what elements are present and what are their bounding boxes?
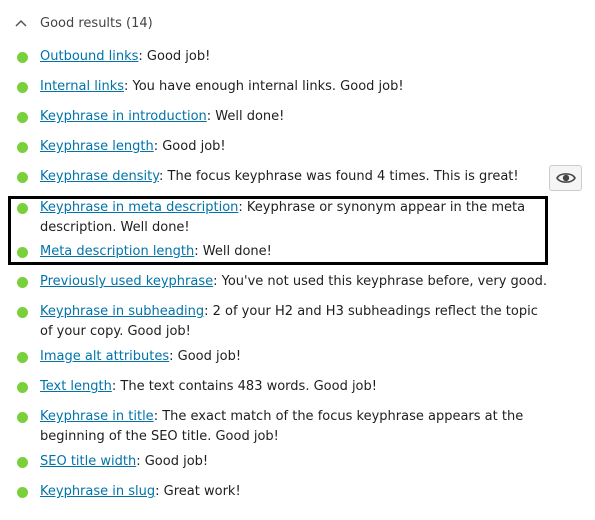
- result-link-text-length[interactable]: Text length: [40, 379, 112, 394]
- result-link-keyphrase-in-meta-description[interactable]: Keyphrase in meta description: [40, 200, 238, 215]
- result-description: : You've not used this keyphrase before,…: [213, 274, 548, 289]
- good-status-dot: [17, 142, 28, 153]
- chevron-up-icon: [15, 19, 27, 27]
- result-link-image-alt-attributes[interactable]: Image alt attributes: [40, 349, 169, 364]
- result-text: Previously used keyphrase: You've not us…: [40, 272, 580, 292]
- result-text: Keyphrase length: Good job!: [40, 137, 580, 157]
- eye-toggle-button[interactable]: [549, 165, 582, 191]
- result-description: : Good job!: [136, 454, 209, 469]
- good-status-dot: [17, 352, 28, 363]
- good-results-panel: Good results (14) Outbound links: Good j…: [0, 0, 595, 520]
- result-description: : Good job!: [169, 349, 242, 364]
- result-link-keyphrase-density[interactable]: Keyphrase density: [40, 169, 159, 184]
- result-description: : You have enough internal links. Good j…: [124, 79, 404, 94]
- result-description: : The text contains 483 words. Good job!: [111, 379, 377, 394]
- eye-icon: [555, 173, 576, 183]
- result-description: : Good job!: [138, 49, 211, 64]
- result-link-meta-description-length[interactable]: Meta description length: [40, 244, 194, 259]
- result-link-internal-links[interactable]: Internal links: [40, 79, 124, 94]
- result-text: Keyphrase density: The focus keyphrase w…: [40, 167, 540, 187]
- good-status-dot: [17, 172, 28, 183]
- good-status-dot: [17, 412, 28, 423]
- good-status-dot: [17, 277, 28, 288]
- result-text: Keyphrase in introduction: Well done!: [40, 107, 580, 127]
- result-link-keyphrase-length[interactable]: Keyphrase length: [40, 139, 154, 154]
- good-status-dot: [17, 247, 28, 258]
- result-description: : Well done!: [206, 109, 285, 124]
- result-description: : The focus keyphrase was found 4 times.…: [159, 169, 519, 184]
- good-status-dot: [17, 457, 28, 468]
- section-title: Good results (14): [40, 15, 153, 31]
- result-text: Image alt attributes: Good job!: [40, 347, 580, 367]
- result-text: SEO title width: Good job!: [40, 452, 580, 472]
- result-link-keyphrase-in-introduction[interactable]: Keyphrase in introduction: [40, 109, 207, 124]
- result-description: : Well done!: [194, 244, 272, 259]
- result-text: Keyphrase in title: The exact match of t…: [40, 407, 580, 447]
- result-text: Internal links: You have enough internal…: [40, 77, 580, 97]
- result-link-keyphrase-in-title[interactable]: Keyphrase in title: [40, 409, 154, 424]
- good-status-dot: [17, 112, 28, 123]
- result-description: : Great work!: [155, 484, 241, 499]
- result-link-outbound-links[interactable]: Outbound links: [40, 49, 138, 64]
- result-text: Keyphrase in meta description: Keyphrase…: [40, 198, 550, 238]
- good-results-toggle[interactable]: Good results (14): [14, 12, 153, 34]
- good-status-dot: [17, 382, 28, 393]
- result-description: : Good job!: [153, 139, 226, 154]
- result-text: Outbound links: Good job!: [40, 47, 580, 67]
- result-link-keyphrase-in-subheading[interactable]: Keyphrase in subheading: [40, 304, 204, 319]
- result-link-keyphrase-in-slug[interactable]: Keyphrase in slug: [40, 484, 155, 499]
- result-text: Keyphrase in subheading: 2 of your H2 an…: [40, 302, 550, 342]
- good-status-dot: [17, 487, 28, 498]
- result-link-previously-used-keyphrase[interactable]: Previously used keyphrase: [40, 274, 213, 289]
- result-text: Keyphrase in slug: Great work!: [40, 482, 580, 502]
- result-text: Text length: The text contains 483 words…: [40, 377, 580, 397]
- good-status-dot: [17, 52, 28, 63]
- result-text: Meta description length: Well done!: [40, 242, 580, 262]
- good-status-dot: [17, 203, 28, 214]
- good-status-dot: [17, 82, 28, 93]
- good-status-dot: [17, 307, 28, 318]
- result-link-seo-title-width[interactable]: SEO title width: [40, 454, 136, 469]
